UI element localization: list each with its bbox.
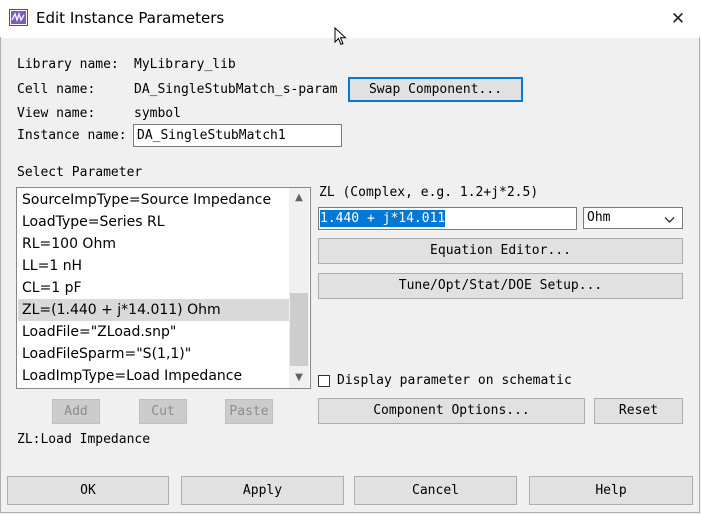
- tune-opt-setup-button[interactable]: Tune/Opt/Stat/DOE Setup...: [318, 273, 683, 299]
- scroll-up-icon[interactable]: ▲: [289, 188, 309, 208]
- app-icon: [9, 9, 28, 26]
- list-item[interactable]: RL=100 Ohm: [18, 233, 289, 255]
- list-item[interactable]: LoadFile="ZLoad.snp": [18, 321, 289, 343]
- list-item[interactable]: CL=1 pF: [18, 277, 289, 299]
- add-button[interactable]: Add: [52, 399, 100, 424]
- list-item-selected[interactable]: ZL=(1.440 + j*14.011) Ohm: [18, 299, 289, 321]
- swap-component-button[interactable]: Swap Component...: [348, 77, 523, 102]
- selected-value-text: 1.440 + j*14.011: [320, 210, 446, 227]
- component-options-button[interactable]: Component Options...: [318, 398, 585, 424]
- instance-name-input[interactable]: DA_SingleStubMatch1: [133, 124, 342, 147]
- window-title: Edit Instance Parameters: [36, 9, 225, 27]
- cell-label: Cell name:: [17, 82, 96, 97]
- equation-editor-button[interactable]: Equation Editor...: [318, 238, 683, 264]
- scrollbar-thumb[interactable]: [290, 293, 308, 366]
- list-item[interactable]: SourceImpType=Source Impedance: [18, 189, 289, 211]
- paste-button[interactable]: Paste: [225, 399, 273, 424]
- parameter-hint-label: ZL (Complex, e.g. 1.2+j*2.5): [319, 185, 539, 200]
- apply-button[interactable]: Apply: [181, 476, 344, 505]
- list-item[interactable]: LoadType=Series RL: [18, 211, 289, 233]
- list-item[interactable]: LL=1 nH: [18, 255, 289, 277]
- view-value: symbol: [134, 106, 181, 121]
- library-label: Library name:: [17, 57, 119, 72]
- ok-button[interactable]: OK: [7, 476, 169, 505]
- list-item[interactable]: LoadFileSparm="S(1,1)": [18, 343, 289, 365]
- view-label: View name:: [17, 106, 96, 121]
- cell-value: DA_SingleStubMatch_s-param: [134, 82, 338, 97]
- cut-button[interactable]: Cut: [139, 399, 187, 424]
- display-parameter-label: Display parameter on schematic: [337, 373, 572, 388]
- list-item[interactable]: LoadImpType=Load Impedance: [18, 365, 289, 387]
- close-icon[interactable]: ✕: [666, 8, 690, 30]
- instance-label: Instance name:: [17, 128, 127, 143]
- help-button[interactable]: Help: [529, 476, 693, 505]
- unit-dropdown[interactable]: Ohm: [583, 207, 683, 229]
- parameter-description: ZL:Load Impedance: [17, 432, 151, 447]
- parameter-value-input[interactable]: 1.440 + j*14.011: [318, 207, 577, 230]
- library-value: MyLibrary_lib: [134, 57, 236, 72]
- chevron-down-icon: [664, 213, 675, 228]
- unit-value: Ohm: [587, 210, 611, 225]
- cancel-button[interactable]: Cancel: [354, 476, 517, 505]
- display-parameter-checkbox[interactable]: [318, 375, 330, 387]
- parameter-list[interactable]: SourceImpType=Source Impedance LoadType=…: [16, 187, 311, 389]
- reset-button[interactable]: Reset: [594, 398, 683, 424]
- select-parameter-label: Select Parameter: [17, 165, 143, 180]
- scroll-down-icon[interactable]: ▼: [289, 368, 309, 388]
